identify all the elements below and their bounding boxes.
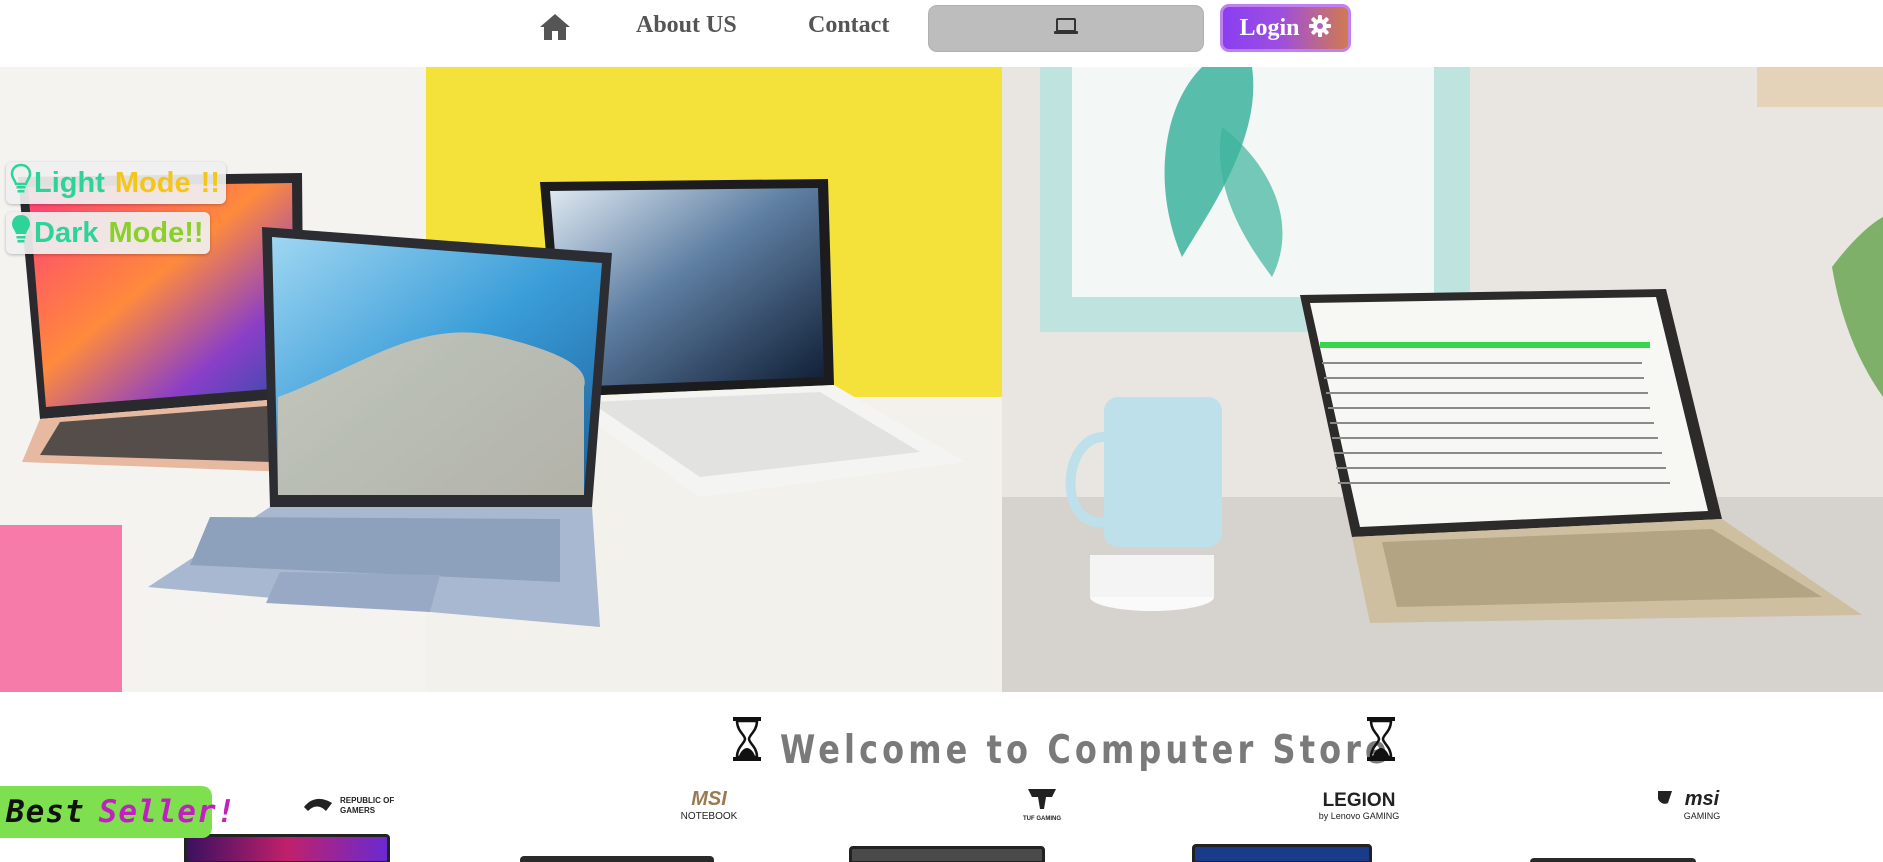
brand-row: REPUBLIC OF GAMERS MSI NOTEBOOK TUF GAMI… — [0, 782, 1883, 862]
welcome-title: Welcome to Computer Store — [780, 728, 1391, 773]
legion-logo[interactable]: LEGION by Lenovo GAMING — [1318, 788, 1400, 822]
top-navigation: About US Contact Login — [0, 0, 1883, 67]
msi-notebook-line2: NOTEBOOK — [681, 811, 738, 822]
republic-of-gamers-logo[interactable]: REPUBLIC OF GAMERS — [300, 788, 410, 822]
gear-icon — [1308, 14, 1332, 43]
legion-line1: LEGION — [1323, 790, 1396, 811]
dark-label: Dark — [34, 216, 99, 249]
nav-link-about[interactable]: About US — [636, 12, 737, 39]
seller-label: Seller! — [98, 794, 237, 830]
search-input[interactable] — [928, 5, 1204, 52]
login-label: Login — [1239, 14, 1300, 41]
login-button[interactable]: Login — [1220, 4, 1351, 52]
best-label: Best — [6, 794, 85, 830]
hourglass-icon — [1366, 716, 1396, 762]
hero-image-laptops — [0, 67, 1002, 692]
dark-mode-button[interactable]: Dark Mode!! — [6, 212, 210, 254]
msi-gaming-line1: msi — [1685, 788, 1720, 810]
product-card-tuf[interactable] — [849, 846, 1045, 862]
light-mode-button[interactable]: Light Mode !! — [6, 162, 226, 204]
hero-carousel[interactable] — [0, 67, 1883, 692]
product-card-legion[interactable] — [1192, 844, 1372, 862]
mode-label: Mode — [114, 166, 191, 199]
tuf-gaming-line2: TUF GAMING — [1023, 816, 1061, 822]
hourglass-icon — [732, 716, 762, 762]
msi-gaming-logo[interactable]: msi GAMING — [1654, 788, 1730, 822]
legion-line2: by Lenovo GAMING — [1319, 811, 1400, 821]
lightbulb-filled-icon — [10, 213, 32, 253]
light-label: Light — [34, 166, 105, 199]
welcome-section: Welcome to Computer Store — [0, 710, 1883, 780]
product-card-rog[interactable] — [184, 834, 390, 862]
best-seller-badge[interactable]: Best Seller! — [0, 786, 235, 838]
msi-gaming-line2: GAMING — [1684, 811, 1721, 821]
product-card-msi-gaming[interactable] — [1530, 858, 1696, 862]
home-icon[interactable] — [538, 12, 572, 42]
product-card-msi-notebook[interactable] — [520, 856, 714, 862]
rog-line1: REPUBLIC OF — [340, 796, 394, 805]
light-mode-suffix: !! — [200, 166, 220, 199]
msi-notebook-line1: MSI — [691, 788, 727, 810]
laptop-icon — [1053, 17, 1079, 40]
hero-image-laptop-mug — [1002, 67, 1883, 692]
rog-line2: GAMERS — [340, 806, 376, 815]
msi-notebook-logo[interactable]: MSI NOTEBOOK — [676, 788, 742, 822]
nav-link-contact[interactable]: Contact — [808, 12, 889, 39]
lightbulb-outline-icon — [10, 163, 32, 203]
dark-mode-label: Mode!! — [108, 216, 204, 249]
tuf-gaming-logo[interactable]: TUF GAMING — [1022, 788, 1062, 822]
